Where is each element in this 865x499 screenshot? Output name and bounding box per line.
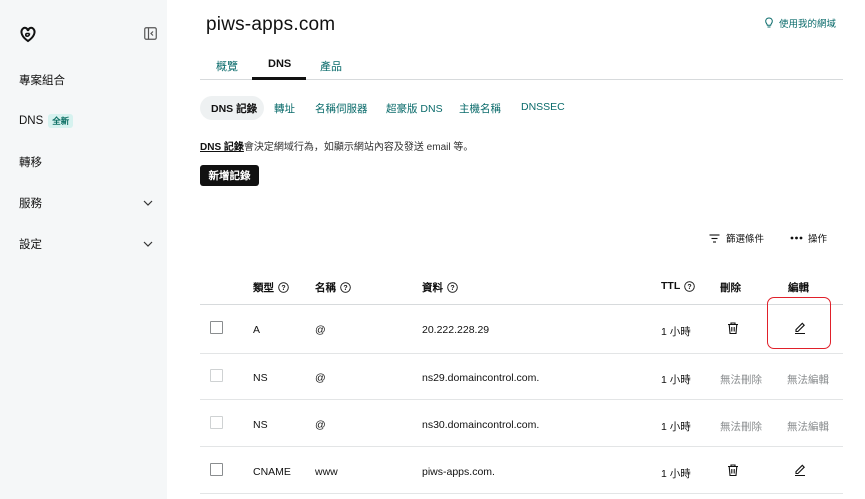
subtab-nameservers[interactable]: 名稱伺服器 [315,101,368,116]
record-ttl: 1 小時 [661,374,691,386]
new-badge: 全新 [48,114,74,128]
column-header-label: 資料 [422,282,443,294]
column-header-name[interactable]: 名稱 ? [315,280,351,295]
filter-icon [709,233,720,243]
cannot-delete-text: 無法刪除 [720,421,762,433]
help-circle-icon[interactable]: ? [684,280,696,292]
sidebar-item-dns[interactable]: DNS 全新 [19,111,159,131]
more-horizontal-icon [790,236,803,240]
edit-highlight-annotation [767,297,831,349]
record-data: ns29.domaincontrol.com. [422,372,540,384]
record-name: @ [315,324,326,336]
row-checkbox[interactable] [210,321,223,334]
record-name: @ [315,372,326,384]
add-record-button[interactable]: 新增記錄 [200,165,259,186]
svg-text:?: ? [281,285,285,292]
filter-label: 篩選條件 [726,234,765,245]
record-name: @ [315,419,326,431]
subtab-dnssec[interactable]: DNSSEC [521,101,565,113]
tab-dns[interactable]: DNS [268,58,291,70]
record-data: ns30.domaincontrol.com. [422,419,540,431]
lightbulb-icon [765,17,773,28]
sidebar-item-label: 專案組合 [19,75,65,87]
row-divider [200,399,843,400]
subtab-premium-dns[interactable]: 超豪版 DNS [386,101,443,116]
chevron-down-icon [143,241,153,247]
collapse-sidebar-icon[interactable] [144,27,157,40]
subtab-forwarding[interactable]: 轉址 [274,101,295,116]
operations-label: 操作 [808,234,828,245]
record-data: 20.222.228.29 [422,324,490,336]
record-ttl: 1 小時 [661,468,691,480]
dns-description: DNS 記錄會決定網域行為，如顯示網站內容及發送 email 等。 [200,138,473,153]
column-header-label: 類型 [253,282,274,294]
dns-records-link[interactable]: DNS 記錄 [200,142,244,153]
help-circle-icon[interactable]: ? [278,282,289,293]
filter-button[interactable]: 篩選條件 [709,231,764,245]
description-text: 會決定網域行為，如顯示網站內容及發送 email 等。 [243,142,474,153]
record-type: CNAME [253,466,291,478]
svg-text:?: ? [450,285,454,292]
sidebar: 專案組合 DNS 全新 轉移 服務 設定 [0,0,167,499]
column-header-delete: 刪除 [720,280,741,295]
operations-button[interactable]: 操作 [790,231,827,245]
svg-text:?: ? [343,285,347,292]
record-ttl: 1 小時 [661,421,691,433]
record-data: piws-apps.com. [422,466,495,478]
pencil-edit-icon[interactable] [793,463,807,477]
record-ttl: 1 小時 [661,326,691,338]
record-type: A [253,324,261,336]
row-checkbox[interactable] [210,463,223,476]
cannot-edit-text: 無法編輯 [787,421,829,433]
svg-text:?: ? [688,284,692,291]
row-divider [200,353,843,354]
sidebar-item-label: 設定 [19,239,42,251]
use-my-domain-link[interactable]: 使用我的網域 [763,16,836,30]
column-header-data[interactable]: 資料 ? [422,280,458,295]
trash-icon[interactable] [726,321,740,335]
column-header-label: 編輯 [788,282,809,294]
sidebar-item-portfolio[interactable]: 專案組合 [19,70,159,90]
row-divider [200,446,843,447]
table-header-divider [200,304,843,305]
subtab-dns-records[interactable]: DNS 記錄 [211,101,257,116]
godaddy-logo-icon[interactable] [18,24,38,44]
chevron-down-icon [143,200,153,206]
record-type: NS [253,372,268,384]
row-checkbox [210,369,223,382]
sidebar-item-label: DNS [19,115,44,127]
help-link-label: 使用我的網域 [779,19,837,30]
help-circle-icon[interactable]: ? [340,282,351,293]
record-name: www [315,466,338,478]
cannot-delete-text: 無法刪除 [720,374,762,386]
sidebar-item-settings[interactable]: 設定 [19,234,159,254]
tab-overview[interactable]: 概覽 [216,58,238,74]
column-header-edit: 編輯 [788,280,809,295]
sidebar-item-label: 服務 [19,198,42,210]
row-divider [200,493,843,494]
subtab-hostnames[interactable]: 主機名稱 [459,101,501,116]
column-header-label: 名稱 [315,282,336,294]
tab-products[interactable]: 產品 [320,58,342,74]
column-header-type[interactable]: 類型 ? [253,280,289,295]
sidebar-item-transfer[interactable]: 轉移 [19,152,159,172]
trash-icon[interactable] [726,463,740,477]
active-tab-indicator [252,77,306,80]
row-checkbox [210,416,223,429]
column-header-label: TTL [661,280,681,292]
cannot-edit-text: 無法編輯 [787,374,829,386]
page-title: piws-apps.com [206,14,336,35]
sidebar-item-label: 轉移 [19,157,42,169]
column-header-ttl[interactable]: TTL ? [661,280,696,292]
sidebar-item-services[interactable]: 服務 [19,193,159,213]
record-type: NS [253,419,268,431]
column-header-label: 刪除 [720,282,741,294]
help-circle-icon[interactable]: ? [447,282,458,293]
